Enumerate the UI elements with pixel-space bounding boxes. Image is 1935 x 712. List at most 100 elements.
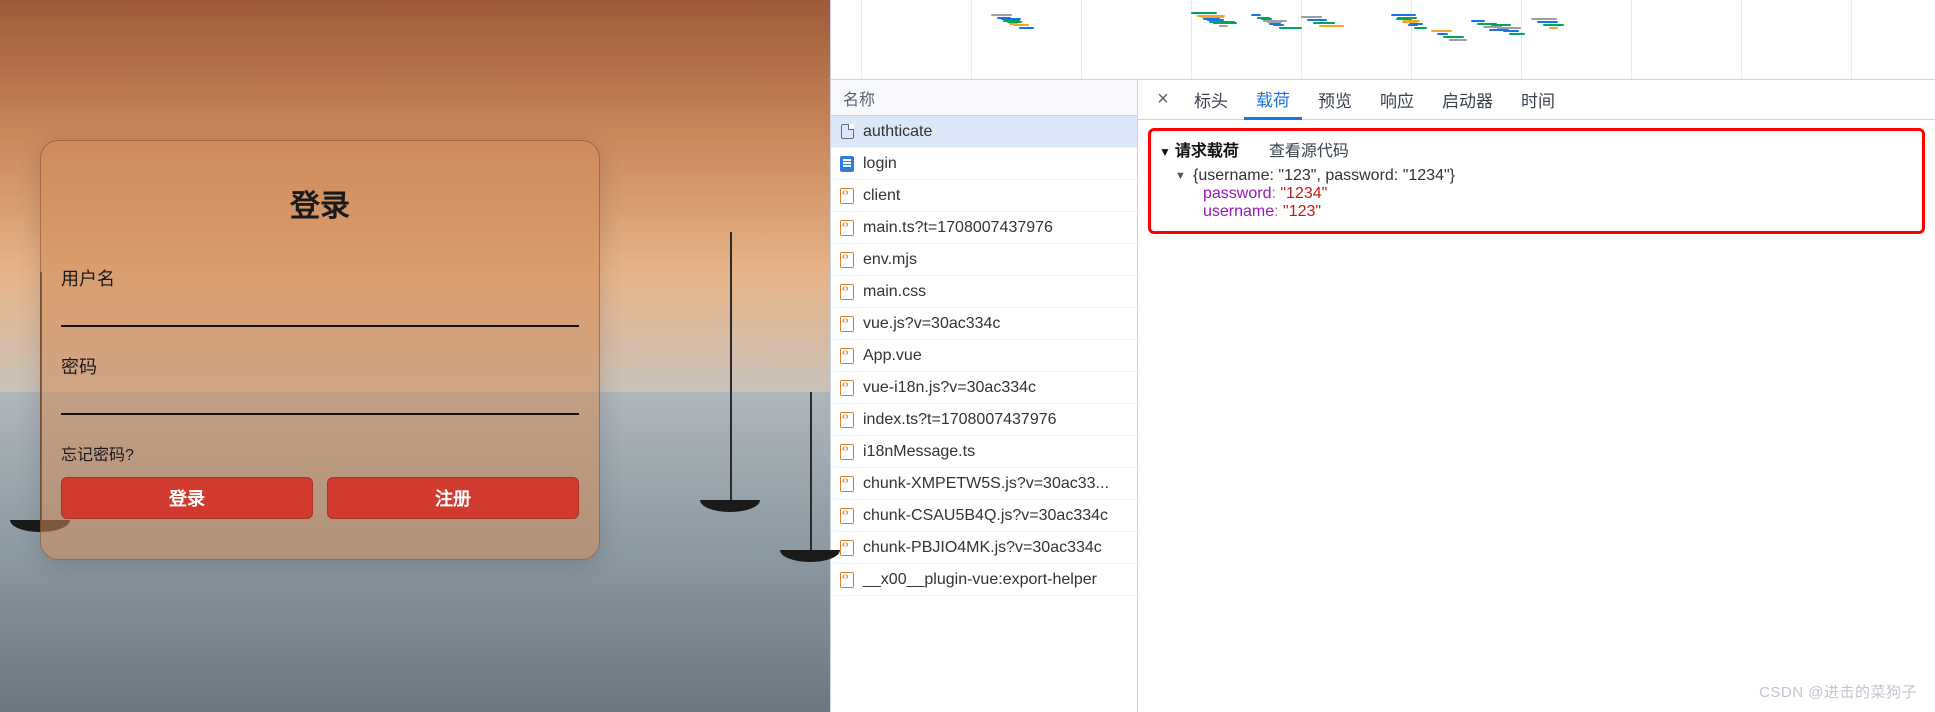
payload-field-row: username: "123" [1175,203,1914,221]
waterfall-segment [1251,14,1261,16]
waterfall-segment [1301,16,1322,18]
password-label: 密码 [61,353,579,379]
script-icon [839,380,855,396]
payload-value: "123" [1283,203,1321,220]
waterfall-segment [1443,36,1464,38]
waterfall-segment [991,14,1012,16]
script-icon [839,444,855,460]
waterfall-segment [1537,21,1558,23]
waterfall-segment [1219,25,1228,27]
request-name: chunk-XMPETW5S.js?v=30ac33... [863,475,1109,493]
request-name: env.mjs [863,251,917,269]
request-name: main.css [863,283,926,301]
payload-summary-row[interactable]: ▼ {username: "123", password: "1234"} [1175,167,1914,185]
network-waterfall[interactable] [831,0,1935,80]
waterfall-segment [1307,19,1327,21]
waterfall-segment [1471,20,1485,22]
network-request-row[interactable]: index.ts?t=1708007437976 [831,404,1137,436]
network-request-row[interactable]: main.ts?t=1708007437976 [831,212,1137,244]
network-request-row[interactable]: vue-i18n.js?v=30ac334c [831,372,1137,404]
waterfall-segment [1431,30,1452,32]
network-request-row[interactable]: chunk-PBJIO4MK.js?v=30ac334c [831,532,1137,564]
payload-tree: ▼ {username: "123", password: "1234"} pa… [1159,167,1914,221]
tab-preview[interactable]: 预览 [1306,80,1364,120]
payload-key: password [1203,185,1271,202]
waterfall-segment [1491,24,1511,26]
waterfall-segment [1391,14,1416,16]
waterfall-segment [1019,27,1034,29]
network-request-row[interactable]: env.mjs [831,244,1137,276]
request-name: i18nMessage.ts [863,443,975,461]
login-card: 登录 用户名 密码 忘记密码? 登录 注册 [40,140,600,560]
waterfall-segment [1319,25,1344,27]
details-tabbar: × 标头 载荷 预览 响应 启动器 时间 [1138,80,1935,120]
tab-payload[interactable]: 载荷 [1244,80,1302,120]
waterfall-segment [1273,24,1284,26]
tab-initiator[interactable]: 启动器 [1430,80,1505,120]
waterfall-segment [1543,24,1564,26]
network-request-row[interactable]: login [831,148,1137,180]
script-icon [839,508,855,524]
request-name: main.ts?t=1708007437976 [863,219,1053,237]
payload-summary-text: {username: "123", password: "1234"} [1193,167,1455,185]
waterfall-segment [1007,21,1022,23]
login-button[interactable]: 登录 [61,477,313,519]
script-icon [839,476,855,492]
username-label: 用户名 [61,265,579,291]
password-input[interactable] [61,385,579,415]
close-icon[interactable]: × [1148,88,1178,111]
payload-highlight-box: 请求载荷 查看源代码 ▼ {username: "123", password:… [1148,128,1925,234]
network-details-panel: × 标头 载荷 预览 响应 启动器 时间 请求载荷 查看源代码 ▼ [1138,80,1935,712]
waterfall-segment [1201,16,1224,18]
waterfall-segment [1313,22,1335,24]
waterfall-segment [1497,27,1521,29]
waterfall-segment [1213,22,1237,24]
request-name: chunk-PBJIO4MK.js?v=30ac334c [863,539,1102,557]
username-input[interactable] [61,297,579,327]
document-icon [839,124,855,140]
request-name: vue.js?v=30ac334c [863,315,1000,333]
view-source-link[interactable]: 查看源代码 [1269,137,1349,161]
page-background: 登录 用户名 密码 忘记密码? 登录 注册 [0,0,830,712]
waterfall-segment [1396,18,1412,20]
network-request-row[interactable]: chunk-CSAU5B4Q.js?v=30ac334c [831,500,1137,532]
request-name: index.ts?t=1708007437976 [863,411,1057,429]
network-request-row[interactable]: main.css [831,276,1137,308]
script-icon [839,252,855,268]
network-request-row[interactable]: i18nMessage.ts [831,436,1137,468]
script-icon [839,284,855,300]
waterfall-segment [1402,21,1418,23]
script-icon [839,348,855,364]
tab-headers[interactable]: 标头 [1182,80,1240,120]
tab-response[interactable]: 响应 [1368,80,1426,120]
request-name: App.vue [863,347,922,365]
login-title: 登录 [61,181,579,225]
tab-timing[interactable]: 时间 [1509,80,1567,120]
network-request-row[interactable]: chunk-XMPETW5S.js?v=30ac33... [831,468,1137,500]
payload-section-title[interactable]: 请求载荷 [1159,137,1239,161]
network-request-list: 名称 authticate loginclient main.ts?t=170800… [831,80,1138,712]
network-request-row[interactable]: client [831,180,1137,212]
script-icon [839,188,855,204]
script-icon [839,572,855,588]
waterfall-segment [1503,30,1519,32]
network-request-row[interactable]: App.vue [831,340,1137,372]
request-name: authticate [863,123,932,141]
network-request-row[interactable]: __x00__plugin-vue:export-helper [831,564,1137,596]
expand-toggle-icon[interactable]: ▼ [1175,170,1187,182]
network-request-row[interactable]: authticate [831,116,1137,148]
waterfall-segment [1267,21,1282,23]
payload-field-row: password: "1234" [1175,185,1914,203]
request-name: chunk-CSAU5B4Q.js?v=30ac334c [863,507,1108,525]
waterfall-segment [1437,33,1448,35]
payload-value: "1234" [1280,185,1327,202]
devtools-panel: 名称 authticate loginclient main.ts?t=170800… [830,0,1935,712]
forgot-password-link[interactable]: 忘记密码? [61,441,579,465]
payload-key: username [1203,203,1274,220]
network-request-row[interactable]: vue.js?v=30ac334c [831,308,1137,340]
network-list-header: 名称 [831,80,1137,116]
script-icon [839,540,855,556]
register-button[interactable]: 注册 [327,477,579,519]
html-icon [839,156,855,172]
request-name: __x00__plugin-vue:export-helper [863,571,1097,589]
